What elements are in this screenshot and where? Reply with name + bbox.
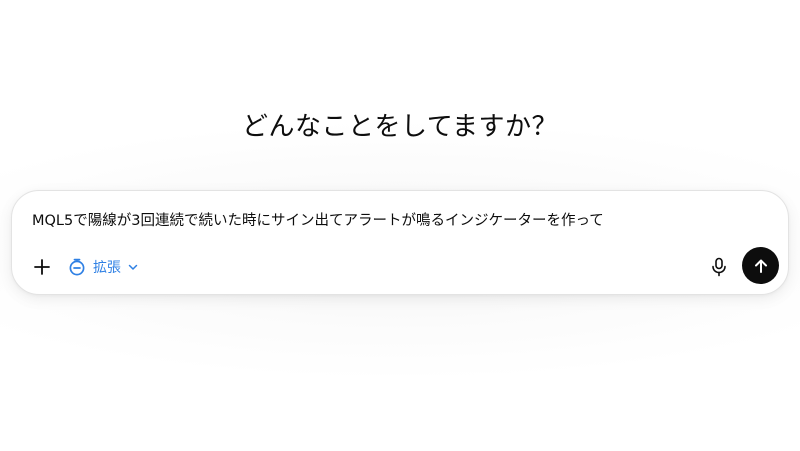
arrow-up-icon (754, 259, 767, 273)
mode-label: 拡張 (93, 260, 121, 276)
plus-icon (34, 259, 50, 275)
prompt-composer: MQL5で陽線が3回連続で続いた時にサイン出てアラートが鳴るインジケーターを作っ… (11, 190, 789, 295)
send-button[interactable] (742, 247, 779, 284)
add-attachment-button[interactable] (29, 254, 55, 280)
chat-start-screen: どんなことをしてますか？ MQL5で陽線が3回連続で続いた時にサイン出てアラート… (0, 0, 800, 451)
microphone-icon (712, 257, 726, 277)
chevron-down-icon (128, 264, 138, 270)
timer-icon (69, 258, 85, 276)
extended-mode-toggle[interactable]: 拡張 (67, 253, 139, 281)
page-title: どんなことをしてますか？ (242, 112, 558, 142)
voice-input-button[interactable] (706, 254, 732, 280)
prompt-input[interactable]: MQL5で陽線が3回連続で続いた時にサイン出てアラートが鳴るインジケーターを作っ… (32, 211, 762, 231)
